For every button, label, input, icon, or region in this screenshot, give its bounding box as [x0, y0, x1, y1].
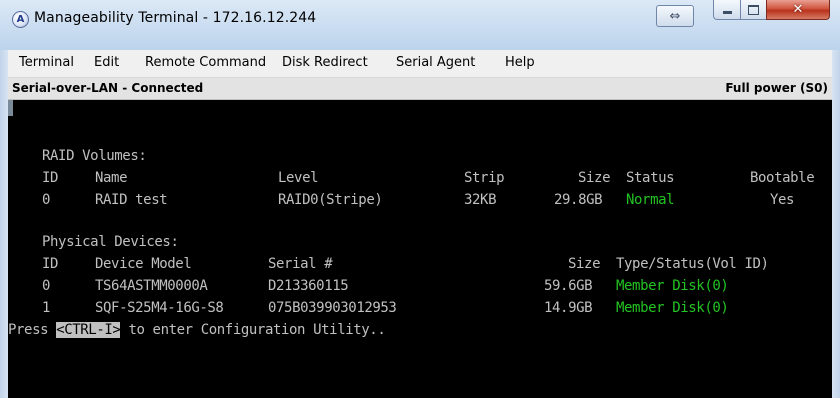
phys-header-model: Device Model [95, 256, 192, 272]
phys-row-1-id: 1 [42, 300, 51, 316]
phys-header-id: ID [42, 256, 59, 272]
menu-disk-redirect[interactable]: Disk Redirect [282, 55, 368, 70]
terminal-screen[interactable]: RAID Volumes: ID Name Level Strip Size S… [8, 100, 832, 398]
raid-volumes-heading: RAID Volumes: [42, 148, 147, 164]
minimize-icon [714, 0, 740, 19]
physical-devices-heading: Physical Devices: [42, 234, 179, 250]
menu-serial-agent[interactable]: Serial Agent [396, 55, 475, 70]
raid-header-status: Status [626, 170, 675, 186]
app-icon: A [12, 11, 29, 28]
window-frame-right [832, 50, 840, 398]
phys-row-1-model: SQF-S25M4-16G-S8 [95, 300, 224, 316]
maximize-button[interactable] [740, 0, 767, 20]
raid-row-status: Normal [626, 192, 675, 208]
raid-row-level: RAID0(Stripe) [278, 192, 383, 208]
prompt-suffix: to enter Configuration Utility.. [120, 322, 386, 338]
phys-header-size: Size [568, 256, 601, 272]
phys-row-0-model: TS64ASTMM0000A [95, 278, 208, 294]
raid-header-level: Level [278, 170, 319, 186]
menu-remote-command[interactable]: Remote Command [145, 55, 266, 70]
ctrl-i-key: <CTRL-I> [56, 322, 121, 338]
phys-row-0-id: 0 [42, 278, 51, 294]
phys-row-0-type: Member Disk(0) [616, 278, 729, 294]
menu-help[interactable]: Help [505, 55, 535, 70]
power-status: Full power (S0) [725, 81, 828, 95]
window-title: Manageability Terminal - 172.16.12.244 [34, 10, 317, 26]
prompt-prefix: Press [8, 322, 57, 338]
resize-toggle-button[interactable]: ⇔ [656, 5, 694, 27]
close-icon: ✕ [792, 2, 804, 17]
menu-edit[interactable]: Edit [94, 55, 119, 70]
raid-header-name: Name [95, 170, 128, 186]
raid-header-id: ID [42, 170, 59, 186]
minimize-button[interactable] [713, 0, 741, 20]
phys-row-0-size: 59.6GB [544, 278, 593, 294]
raid-row-strip: 32KB [464, 192, 497, 208]
raid-header-strip: Strip [464, 170, 505, 186]
phys-row-1-type: Member Disk(0) [616, 300, 729, 316]
phys-header-serial: Serial # [268, 256, 333, 272]
config-prompt: Press <CTRL-I> to enter Configuration Ut… [8, 322, 386, 338]
menu-bar: Terminal Edit Remote Command Disk Redire… [8, 50, 832, 78]
maximize-icon [741, 0, 766, 19]
menu-terminal[interactable]: Terminal [19, 55, 74, 70]
raid-row-id: 0 [42, 192, 51, 208]
raid-row-name: RAID test [95, 192, 168, 208]
connection-status: Serial-over-LAN - Connected [12, 81, 204, 95]
status-bar: Serial-over-LAN - Connected Full power (… [8, 78, 832, 100]
raid-row-bootable: Yes [770, 192, 795, 208]
phys-header-type: Type/Status(Vol ID) [616, 256, 769, 272]
double-arrow-icon: ⇔ [669, 8, 681, 24]
title-bar[interactable]: A Manageability Terminal - 172.16.12.244… [0, 0, 840, 51]
phys-row-0-serial: D213360115 [268, 278, 349, 294]
raid-header-bootable: Bootable [750, 170, 815, 186]
phys-row-1-size: 14.9GB [544, 300, 593, 316]
phys-row-1-serial: 075B039903012953 [268, 300, 397, 316]
close-button[interactable]: ✕ [766, 0, 830, 20]
raid-header-size: Size [578, 170, 611, 186]
window-frame-left [0, 50, 8, 398]
raid-row-size: 29.8GB [554, 192, 603, 208]
scroll-marker [8, 100, 13, 116]
